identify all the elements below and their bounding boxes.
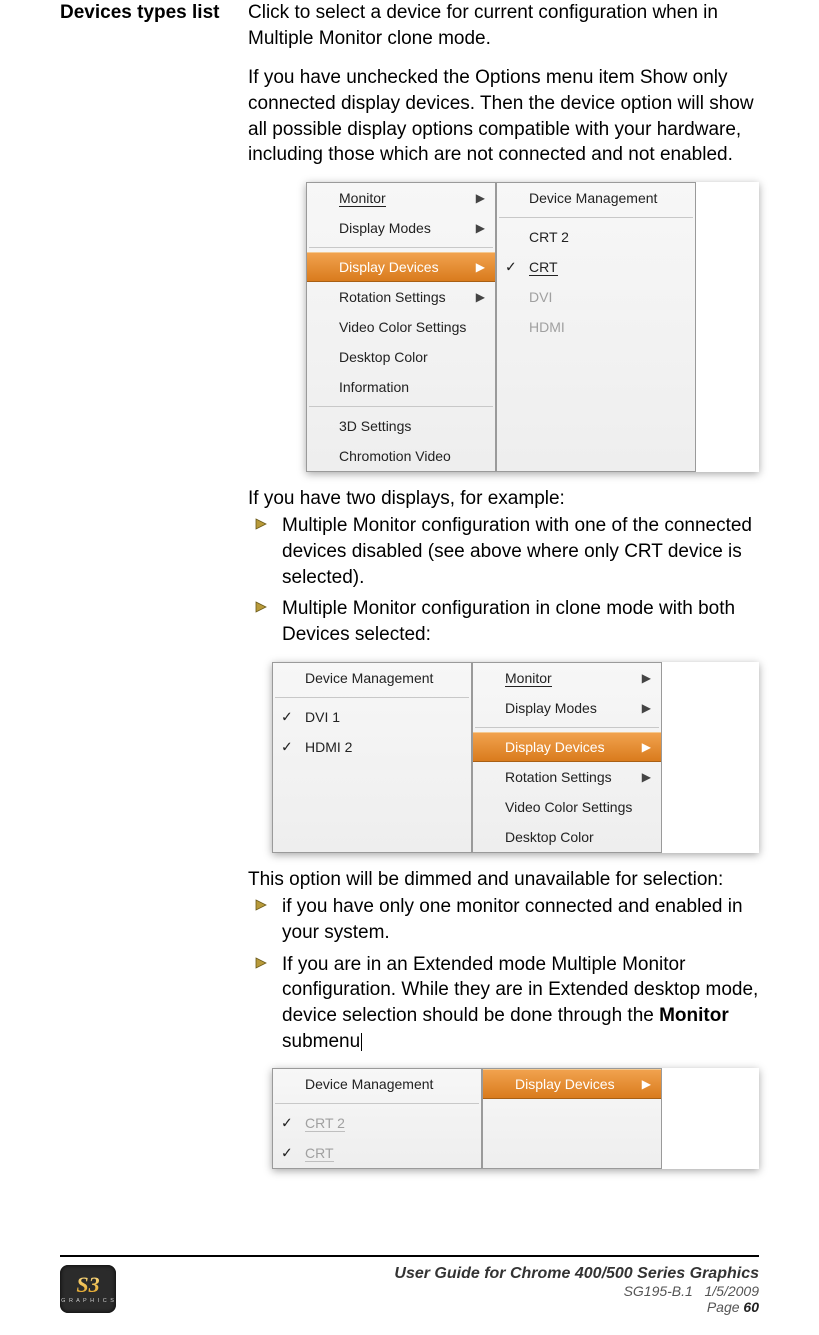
footer-title: User Guide for Chrome 400/500 Series Gra…: [394, 1265, 759, 1283]
menu-item-device-management: Device Management: [273, 1069, 481, 1099]
menu-item-display-modes: Display Modes▶: [473, 693, 661, 723]
bullet-arrow-icon: [254, 517, 268, 531]
screenshot-menu-2: Device Management ✓DVI 1 ✓HDMI 2 Monitor…: [272, 662, 759, 853]
menu-separator: [475, 727, 659, 728]
two-column-layout: Devices types list Click to select a dev…: [60, 0, 759, 1183]
text-cursor-icon: [361, 1033, 362, 1051]
menu1-right-panel: Device Management CRT 2 ✓CRT DVI HDMI: [496, 182, 696, 472]
menu-item-monitor: Monitor▶: [307, 183, 495, 213]
menu-item-desktop-color: Desktop Color: [307, 342, 495, 372]
paragraph-2: If you have unchecked the Options menu i…: [248, 65, 759, 168]
bullet-list-1: Multiple Monitor configuration with one …: [248, 513, 759, 647]
menu-item-dvi-1: ✓DVI 1: [273, 702, 471, 732]
checkmark-icon: ✓: [281, 738, 293, 755]
menu3-right-panel: Display Devices▶: [482, 1068, 662, 1169]
menu-item-dvi: DVI: [497, 282, 695, 312]
menu2-left-panel: Device Management ✓DVI 1 ✓HDMI 2: [272, 662, 472, 853]
bullet-arrow-icon: [254, 898, 268, 912]
logo-text: S3: [76, 1274, 99, 1296]
submenu-arrow-icon: ▶: [642, 740, 651, 754]
logo-subtext: G R A P H I C S: [61, 1298, 115, 1304]
menu3-left-panel: Device Management ✓CRT 2 ✓CRT: [272, 1068, 482, 1169]
row-content-column: Click to select a device for current con…: [248, 0, 759, 1183]
menu-item-chromotion-video: Chromotion Video: [307, 441, 495, 471]
footer-text-block: User Guide for Chrome 400/500 Series Gra…: [394, 1265, 759, 1315]
bullet-item: Multiple Monitor configuration in clone …: [248, 596, 759, 647]
submenu-arrow-icon: ▶: [476, 191, 485, 205]
menu-separator: [499, 217, 693, 218]
screenshot-menu-3: Device Management ✓CRT 2 ✓CRT Display De…: [272, 1068, 759, 1169]
submenu-arrow-icon: ▶: [476, 221, 485, 235]
menu-item-device-management: Device Management: [273, 663, 471, 693]
intro-two-displays: If you have two displays, for example:: [248, 486, 759, 512]
checkmark-icon: ✓: [505, 258, 517, 275]
row-label-column: Devices types list: [60, 0, 220, 1183]
menu-item-display-devices: Display Devices▶: [483, 1069, 661, 1099]
menu-item-device-management: Device Management: [497, 183, 695, 213]
submenu-arrow-icon: ▶: [642, 1077, 651, 1091]
footer-page-number: Page 60: [394, 1299, 759, 1315]
menu-item-rotation-settings: Rotation Settings▶: [307, 282, 495, 312]
bullet-item: If you are in an Extended mode Multiple …: [248, 952, 759, 1055]
menu-separator: [309, 247, 493, 248]
menu-item-hdmi-2: ✓HDMI 2: [273, 732, 471, 762]
footer-docinfo: SG195-B.1 1/5/2009: [394, 1283, 759, 1299]
menu-item-desktop-color: Desktop Color: [473, 822, 661, 852]
menu-separator: [309, 406, 493, 407]
menu-item-crt-2: CRT 2: [497, 222, 695, 252]
menu-item-display-modes: Display Modes▶: [307, 213, 495, 243]
intro-dimmed: This option will be dimmed and unavailab…: [248, 867, 759, 893]
menu-separator: [275, 697, 469, 698]
footer-rule: [60, 1255, 759, 1257]
menu-item-crt: ✓CRT: [273, 1138, 481, 1168]
checkmark-icon: ✓: [281, 1115, 293, 1132]
paragraph-1: Click to select a device for current con…: [248, 0, 759, 51]
bullet-item: Multiple Monitor configuration with one …: [248, 513, 759, 590]
page-footer: S3 G R A P H I C S User Guide for Chrome…: [0, 1255, 819, 1315]
menu-item-crt: ✓CRT: [497, 252, 695, 282]
menu-item-crt-2: ✓CRT 2: [273, 1108, 481, 1138]
checkmark-icon: ✓: [281, 1145, 293, 1162]
submenu-arrow-icon: ▶: [642, 770, 651, 784]
submenu-arrow-icon: ▶: [642, 671, 651, 685]
menu-item-3d-settings: 3D Settings: [307, 411, 495, 441]
screenshot-menu-1: Monitor▶ Display Modes▶ Display Devices▶…: [306, 182, 759, 472]
menu2-right-panel: Monitor▶ Display Modes▶ Display Devices▶…: [472, 662, 662, 853]
row-label: Devices types list: [60, 0, 220, 26]
menu-item-rotation-settings: Rotation Settings▶: [473, 762, 661, 792]
menu-item-display-devices: Display Devices▶: [473, 732, 661, 762]
menu-item-monitor: Monitor▶: [473, 663, 661, 693]
submenu-arrow-icon: ▶: [476, 290, 485, 304]
bullet-item: if you have only one monitor connected a…: [248, 894, 759, 945]
menu-item-information: Information: [307, 372, 495, 402]
submenu-arrow-icon: ▶: [476, 260, 485, 274]
checkmark-icon: ✓: [281, 708, 293, 725]
bullet-arrow-icon: [254, 956, 268, 970]
bullet-arrow-icon: [254, 600, 268, 614]
footer-row: S3 G R A P H I C S User Guide for Chrome…: [60, 1265, 759, 1315]
menu-separator: [275, 1103, 479, 1104]
bullet-list-2: if you have only one monitor connected a…: [248, 894, 759, 1054]
menu-item-display-devices: Display Devices▶: [307, 252, 495, 282]
submenu-arrow-icon: ▶: [642, 701, 651, 715]
menu-item-hdmi: HDMI: [497, 312, 695, 342]
menu-item-video-color-settings: Video Color Settings: [473, 792, 661, 822]
s3-graphics-logo: S3 G R A P H I C S: [60, 1265, 116, 1313]
document-page: Devices types list Click to select a dev…: [0, 0, 819, 1335]
menu-item-video-color-settings: Video Color Settings: [307, 312, 495, 342]
menu1-left-panel: Monitor▶ Display Modes▶ Display Devices▶…: [306, 182, 496, 472]
